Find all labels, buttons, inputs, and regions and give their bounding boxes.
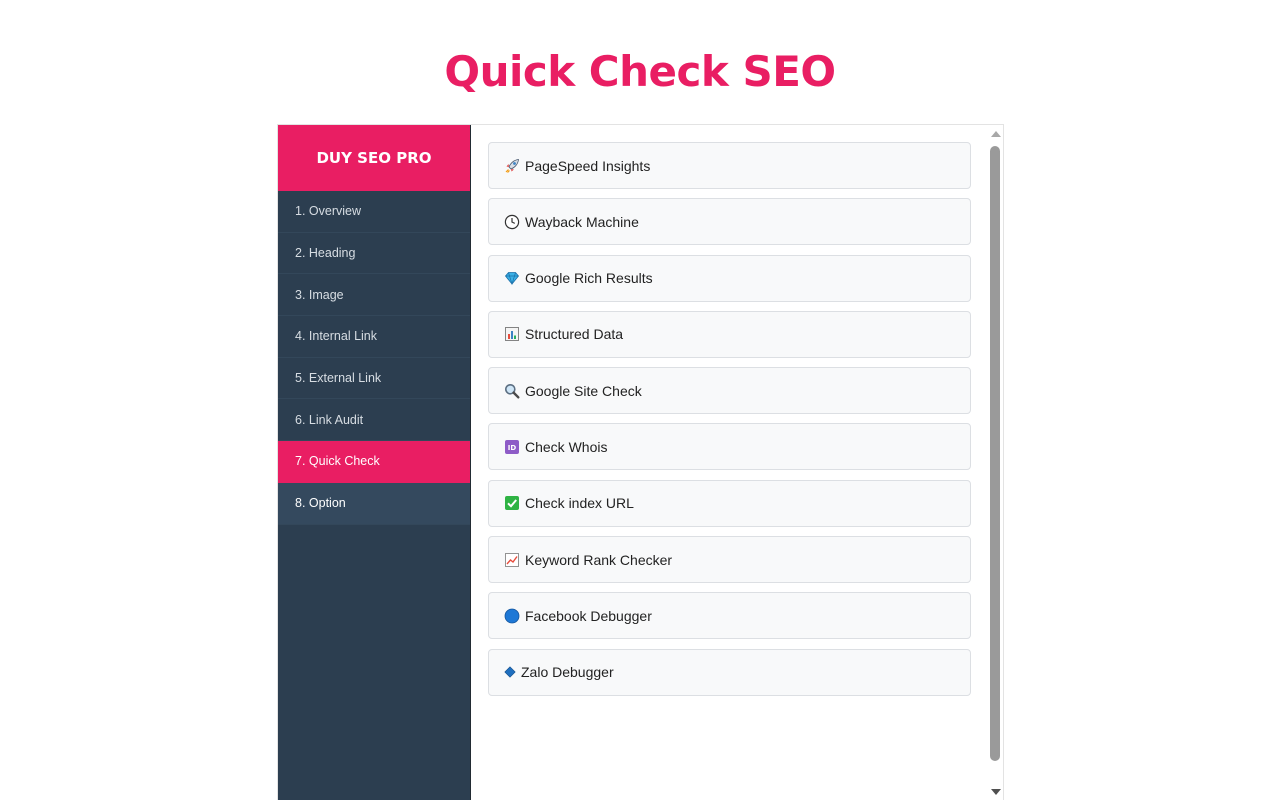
tool-label: Wayback Machine bbox=[525, 213, 639, 230]
id-icon: ID bbox=[503, 438, 520, 455]
wayback-machine-button[interactable]: Wayback Machine bbox=[488, 198, 971, 246]
scrollbar[interactable] bbox=[988, 125, 1003, 800]
tool-label: Check Whois bbox=[525, 438, 608, 455]
clock-icon bbox=[503, 213, 520, 230]
sidebar-item-link-audit[interactable]: 6. Link Audit bbox=[278, 399, 470, 442]
google-site-check-button[interactable]: Google Site Check bbox=[488, 367, 971, 415]
sidebar-item-image[interactable]: 3. Image bbox=[278, 274, 470, 317]
extension-popup: DUY SEO PRO 1. Overview 2. Heading 3. Im… bbox=[277, 124, 1004, 800]
blue-circle-icon bbox=[503, 607, 520, 624]
quick-check-panel: PageSpeed Insights Wayback Machine Googl… bbox=[470, 125, 990, 800]
tool-label: Keyword Rank Checker bbox=[525, 551, 673, 568]
scroll-up-icon[interactable] bbox=[991, 131, 1001, 137]
tool-label: Facebook Debugger bbox=[525, 607, 652, 624]
zalo-debugger-button[interactable]: Zalo Debugger bbox=[488, 648, 971, 696]
sidebar-item-heading[interactable]: 2. Heading bbox=[278, 233, 470, 275]
blue-diamond-icon bbox=[503, 664, 516, 681]
svg-text:ID: ID bbox=[507, 444, 516, 452]
check-index-url-button[interactable]: Check index URL bbox=[488, 479, 971, 527]
check-whois-button[interactable]: ID Check Whois bbox=[488, 423, 971, 471]
tool-label: Google Rich Results bbox=[525, 270, 653, 287]
google-rich-results-button[interactable]: Google Rich Results bbox=[488, 254, 971, 302]
sidebar-item-option[interactable]: 8. Option bbox=[278, 482, 470, 525]
check-mark-icon bbox=[503, 495, 520, 512]
tool-label: Google Site Check bbox=[525, 382, 642, 399]
tool-label: Zalo Debugger bbox=[521, 664, 614, 681]
brand-logo: DUY SEO PRO bbox=[278, 125, 470, 191]
sidebar-item-external-link[interactable]: 5. External Link bbox=[278, 358, 470, 400]
tool-label: Structured Data bbox=[525, 326, 624, 343]
facebook-debugger-button[interactable]: Facebook Debugger bbox=[488, 592, 971, 640]
pagespeed-insights-button[interactable]: PageSpeed Insights bbox=[488, 142, 971, 189]
rocket-icon bbox=[503, 157, 520, 174]
tool-label: PageSpeed Insights bbox=[525, 157, 651, 174]
scroll-down-icon[interactable] bbox=[991, 789, 1001, 795]
sidebar-item-quick-check[interactable]: 7. Quick Check bbox=[278, 441, 470, 483]
gem-icon bbox=[503, 270, 520, 287]
sidebar-item-internal-link[interactable]: 4. Internal Link bbox=[278, 316, 470, 358]
structured-data-button[interactable]: Structured Data bbox=[488, 310, 971, 358]
magnifier-icon bbox=[503, 382, 520, 399]
tool-label: Check index URL bbox=[525, 495, 634, 512]
chart-increasing-icon bbox=[503, 551, 520, 568]
sidebar: DUY SEO PRO 1. Overview 2. Heading 3. Im… bbox=[278, 125, 470, 800]
page-title: Quick Check SEO bbox=[444, 47, 836, 96]
bar-chart-icon bbox=[503, 326, 520, 343]
sidebar-item-overview[interactable]: 1. Overview bbox=[278, 191, 470, 233]
scrollbar-thumb[interactable] bbox=[990, 146, 1000, 761]
keyword-rank-checker-button[interactable]: Keyword Rank Checker bbox=[488, 536, 971, 584]
